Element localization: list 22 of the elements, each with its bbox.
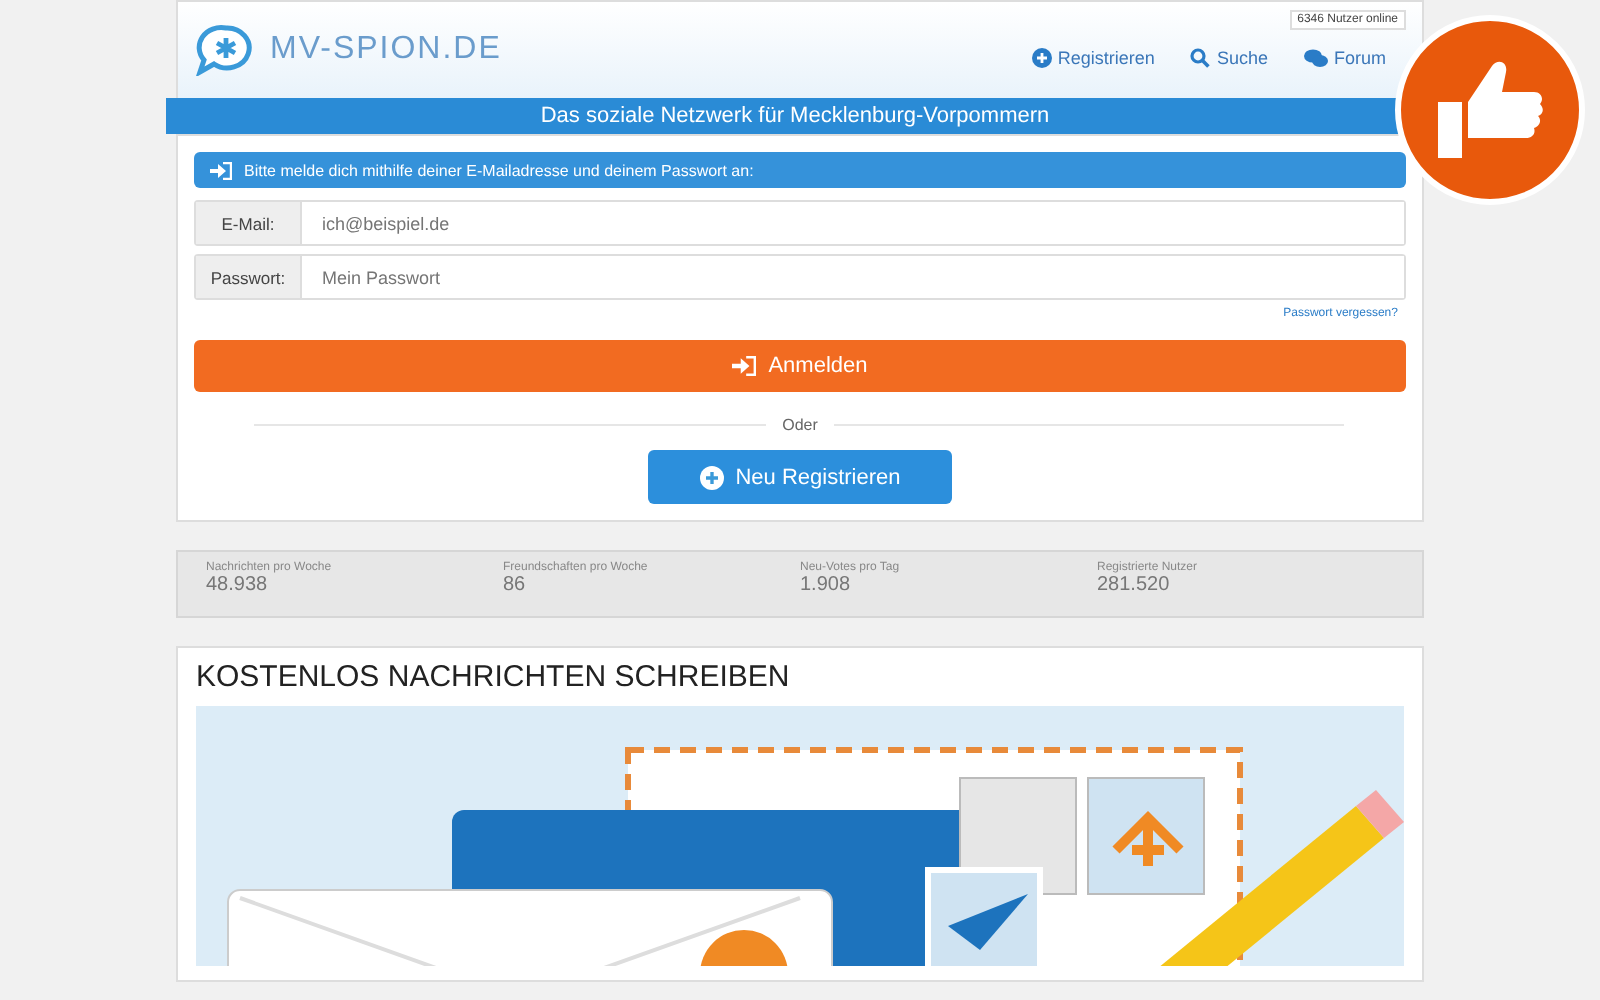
stat-value: 48.938 bbox=[206, 574, 270, 596]
plus-circle-icon bbox=[1031, 48, 1052, 68]
stat-value: 86 bbox=[503, 574, 528, 596]
section-heading: KOSTENLOS NACHRICHTEN SCHREIBEN bbox=[196, 660, 792, 694]
chat-bubbles-icon bbox=[1303, 48, 1328, 68]
site-logo-text[interactable]: MV-SPION.DE bbox=[270, 32, 502, 68]
sign-in-icon bbox=[732, 356, 757, 376]
stat-value: 281.520 bbox=[1097, 574, 1172, 596]
input-field[interactable]: Passwort: Mein Passwort bbox=[194, 254, 1406, 300]
register-button[interactable]: Neu Registrieren bbox=[648, 450, 952, 504]
login-button[interactable]: Anmelden bbox=[194, 340, 1406, 392]
nav-link[interactable]: Forum bbox=[1303, 48, 1386, 68]
nav-link[interactable]: Suche bbox=[1190, 48, 1268, 68]
notice-text: Bitte melde dich mithilfe deiner E-Mailadresse und deinem Passwort an: bbox=[244, 161, 754, 179]
stat-value: 1.908 bbox=[800, 574, 853, 596]
plus-circle-icon bbox=[699, 465, 724, 489]
sign-in-icon bbox=[210, 161, 232, 179]
divider-text: Oder bbox=[766, 416, 834, 434]
search-icon bbox=[1190, 48, 1211, 68]
chat-bubble-logo-icon bbox=[194, 24, 258, 76]
input-field[interactable]: E-Mail: ich@beispiel.de bbox=[194, 200, 1406, 246]
nav-link[interactable]: Registrieren bbox=[1031, 48, 1155, 68]
